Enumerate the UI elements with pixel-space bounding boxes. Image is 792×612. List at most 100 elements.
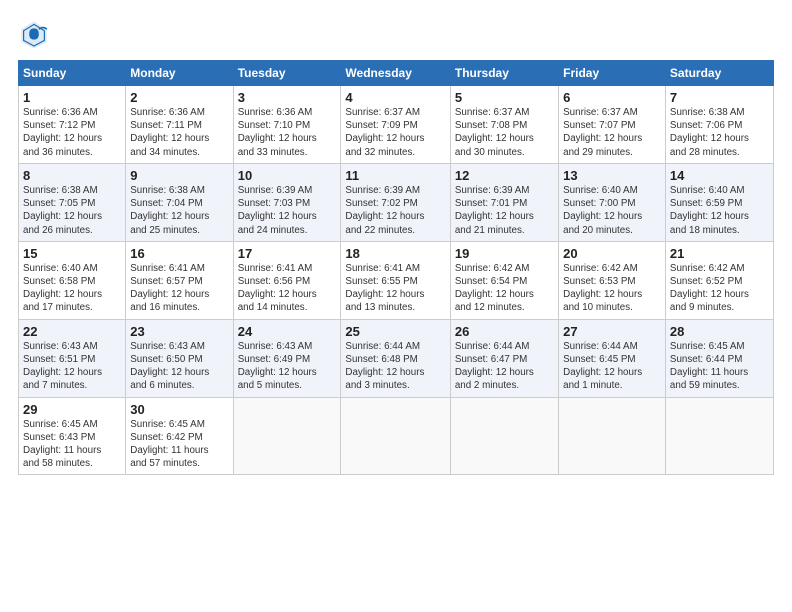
calendar-cell: 18Sunrise: 6:41 AM Sunset: 6:55 PM Dayli…: [341, 241, 450, 319]
day-number: 30: [130, 402, 228, 417]
header-monday: Monday: [126, 61, 233, 86]
day-info: Sunrise: 6:43 AM Sunset: 6:51 PM Dayligh…: [23, 340, 121, 393]
calendar-cell: 30Sunrise: 6:45 AM Sunset: 6:42 PM Dayli…: [126, 397, 233, 475]
day-info: Sunrise: 6:45 AM Sunset: 6:42 PM Dayligh…: [130, 418, 228, 471]
calendar-cell: 28Sunrise: 6:45 AM Sunset: 6:44 PM Dayli…: [665, 319, 773, 397]
calendar-cell: 20Sunrise: 6:42 AM Sunset: 6:53 PM Dayli…: [559, 241, 666, 319]
logo: [18, 18, 56, 50]
calendar-cell: 19Sunrise: 6:42 AM Sunset: 6:54 PM Dayli…: [450, 241, 558, 319]
day-info: Sunrise: 6:41 AM Sunset: 6:55 PM Dayligh…: [345, 262, 445, 315]
day-info: Sunrise: 6:38 AM Sunset: 7:06 PM Dayligh…: [670, 106, 769, 159]
calendar-cell: [233, 397, 341, 475]
day-number: 10: [238, 168, 337, 183]
day-info: Sunrise: 6:45 AM Sunset: 6:44 PM Dayligh…: [670, 340, 769, 393]
day-number: 13: [563, 168, 661, 183]
day-number: 18: [345, 246, 445, 261]
calendar-cell: 11Sunrise: 6:39 AM Sunset: 7:02 PM Dayli…: [341, 163, 450, 241]
day-info: Sunrise: 6:40 AM Sunset: 6:59 PM Dayligh…: [670, 184, 769, 237]
day-info: Sunrise: 6:42 AM Sunset: 6:54 PM Dayligh…: [455, 262, 554, 315]
day-info: Sunrise: 6:37 AM Sunset: 7:09 PM Dayligh…: [345, 106, 445, 159]
day-number: 3: [238, 90, 337, 105]
header-saturday: Saturday: [665, 61, 773, 86]
header-friday: Friday: [559, 61, 666, 86]
day-info: Sunrise: 6:39 AM Sunset: 7:02 PM Dayligh…: [345, 184, 445, 237]
day-number: 11: [345, 168, 445, 183]
calendar-cell: 5Sunrise: 6:37 AM Sunset: 7:08 PM Daylig…: [450, 86, 558, 164]
calendar-cell: 17Sunrise: 6:41 AM Sunset: 6:56 PM Dayli…: [233, 241, 341, 319]
header-thursday: Thursday: [450, 61, 558, 86]
calendar-cell: [665, 397, 773, 475]
calendar-cell: 24Sunrise: 6:43 AM Sunset: 6:49 PM Dayli…: [233, 319, 341, 397]
day-number: 25: [345, 324, 445, 339]
logo-icon: [18, 18, 50, 50]
calendar-cell: 9Sunrise: 6:38 AM Sunset: 7:04 PM Daylig…: [126, 163, 233, 241]
day-number: 29: [23, 402, 121, 417]
day-info: Sunrise: 6:36 AM Sunset: 7:11 PM Dayligh…: [130, 106, 228, 159]
day-number: 27: [563, 324, 661, 339]
header-sunday: Sunday: [19, 61, 126, 86]
day-number: 12: [455, 168, 554, 183]
day-info: Sunrise: 6:36 AM Sunset: 7:12 PM Dayligh…: [23, 106, 121, 159]
day-info: Sunrise: 6:44 AM Sunset: 6:45 PM Dayligh…: [563, 340, 661, 393]
day-number: 28: [670, 324, 769, 339]
calendar-cell: 26Sunrise: 6:44 AM Sunset: 6:47 PM Dayli…: [450, 319, 558, 397]
day-info: Sunrise: 6:36 AM Sunset: 7:10 PM Dayligh…: [238, 106, 337, 159]
calendar-cell: 14Sunrise: 6:40 AM Sunset: 6:59 PM Dayli…: [665, 163, 773, 241]
day-number: 14: [670, 168, 769, 183]
calendar-cell: 22Sunrise: 6:43 AM Sunset: 6:51 PM Dayli…: [19, 319, 126, 397]
day-number: 23: [130, 324, 228, 339]
calendar-cell: 2Sunrise: 6:36 AM Sunset: 7:11 PM Daylig…: [126, 86, 233, 164]
day-info: Sunrise: 6:39 AM Sunset: 7:03 PM Dayligh…: [238, 184, 337, 237]
calendar-cell: 29Sunrise: 6:45 AM Sunset: 6:43 PM Dayli…: [19, 397, 126, 475]
header-wednesday: Wednesday: [341, 61, 450, 86]
calendar-cell: 16Sunrise: 6:41 AM Sunset: 6:57 PM Dayli…: [126, 241, 233, 319]
day-info: Sunrise: 6:43 AM Sunset: 6:50 PM Dayligh…: [130, 340, 228, 393]
calendar-cell: 10Sunrise: 6:39 AM Sunset: 7:03 PM Dayli…: [233, 163, 341, 241]
calendar-cell: 25Sunrise: 6:44 AM Sunset: 6:48 PM Dayli…: [341, 319, 450, 397]
day-info: Sunrise: 6:37 AM Sunset: 7:07 PM Dayligh…: [563, 106, 661, 159]
day-info: Sunrise: 6:40 AM Sunset: 7:00 PM Dayligh…: [563, 184, 661, 237]
calendar-cell: [341, 397, 450, 475]
day-info: Sunrise: 6:41 AM Sunset: 6:57 PM Dayligh…: [130, 262, 228, 315]
calendar-week-0: 1Sunrise: 6:36 AM Sunset: 7:12 PM Daylig…: [19, 86, 774, 164]
calendar-cell: 13Sunrise: 6:40 AM Sunset: 7:00 PM Dayli…: [559, 163, 666, 241]
day-number: 4: [345, 90, 445, 105]
day-number: 6: [563, 90, 661, 105]
calendar-cell: 3Sunrise: 6:36 AM Sunset: 7:10 PM Daylig…: [233, 86, 341, 164]
day-number: 9: [130, 168, 228, 183]
day-number: 15: [23, 246, 121, 261]
calendar-table: Sunday Monday Tuesday Wednesday Thursday…: [18, 60, 774, 475]
calendar-week-4: 29Sunrise: 6:45 AM Sunset: 6:43 PM Dayli…: [19, 397, 774, 475]
calendar-week-3: 22Sunrise: 6:43 AM Sunset: 6:51 PM Dayli…: [19, 319, 774, 397]
calendar-cell: 23Sunrise: 6:43 AM Sunset: 6:50 PM Dayli…: [126, 319, 233, 397]
day-number: 5: [455, 90, 554, 105]
day-number: 20: [563, 246, 661, 261]
day-info: Sunrise: 6:42 AM Sunset: 6:52 PM Dayligh…: [670, 262, 769, 315]
calendar-cell: [559, 397, 666, 475]
day-number: 22: [23, 324, 121, 339]
page: Sunday Monday Tuesday Wednesday Thursday…: [0, 0, 792, 612]
calendar-cell: 15Sunrise: 6:40 AM Sunset: 6:58 PM Dayli…: [19, 241, 126, 319]
calendar-cell: 1Sunrise: 6:36 AM Sunset: 7:12 PM Daylig…: [19, 86, 126, 164]
day-info: Sunrise: 6:45 AM Sunset: 6:43 PM Dayligh…: [23, 418, 121, 471]
day-info: Sunrise: 6:38 AM Sunset: 7:04 PM Dayligh…: [130, 184, 228, 237]
calendar-cell: 12Sunrise: 6:39 AM Sunset: 7:01 PM Dayli…: [450, 163, 558, 241]
day-info: Sunrise: 6:42 AM Sunset: 6:53 PM Dayligh…: [563, 262, 661, 315]
day-info: Sunrise: 6:37 AM Sunset: 7:08 PM Dayligh…: [455, 106, 554, 159]
calendar-cell: 8Sunrise: 6:38 AM Sunset: 7:05 PM Daylig…: [19, 163, 126, 241]
calendar-cell: 7Sunrise: 6:38 AM Sunset: 7:06 PM Daylig…: [665, 86, 773, 164]
day-number: 19: [455, 246, 554, 261]
calendar-cell: 4Sunrise: 6:37 AM Sunset: 7:09 PM Daylig…: [341, 86, 450, 164]
day-number: 1: [23, 90, 121, 105]
calendar-week-1: 8Sunrise: 6:38 AM Sunset: 7:05 PM Daylig…: [19, 163, 774, 241]
header-tuesday: Tuesday: [233, 61, 341, 86]
day-number: 16: [130, 246, 228, 261]
day-info: Sunrise: 6:43 AM Sunset: 6:49 PM Dayligh…: [238, 340, 337, 393]
day-number: 8: [23, 168, 121, 183]
day-number: 26: [455, 324, 554, 339]
calendar-cell: 27Sunrise: 6:44 AM Sunset: 6:45 PM Dayli…: [559, 319, 666, 397]
day-number: 21: [670, 246, 769, 261]
calendar-week-2: 15Sunrise: 6:40 AM Sunset: 6:58 PM Dayli…: [19, 241, 774, 319]
day-info: Sunrise: 6:38 AM Sunset: 7:05 PM Dayligh…: [23, 184, 121, 237]
day-info: Sunrise: 6:44 AM Sunset: 6:47 PM Dayligh…: [455, 340, 554, 393]
